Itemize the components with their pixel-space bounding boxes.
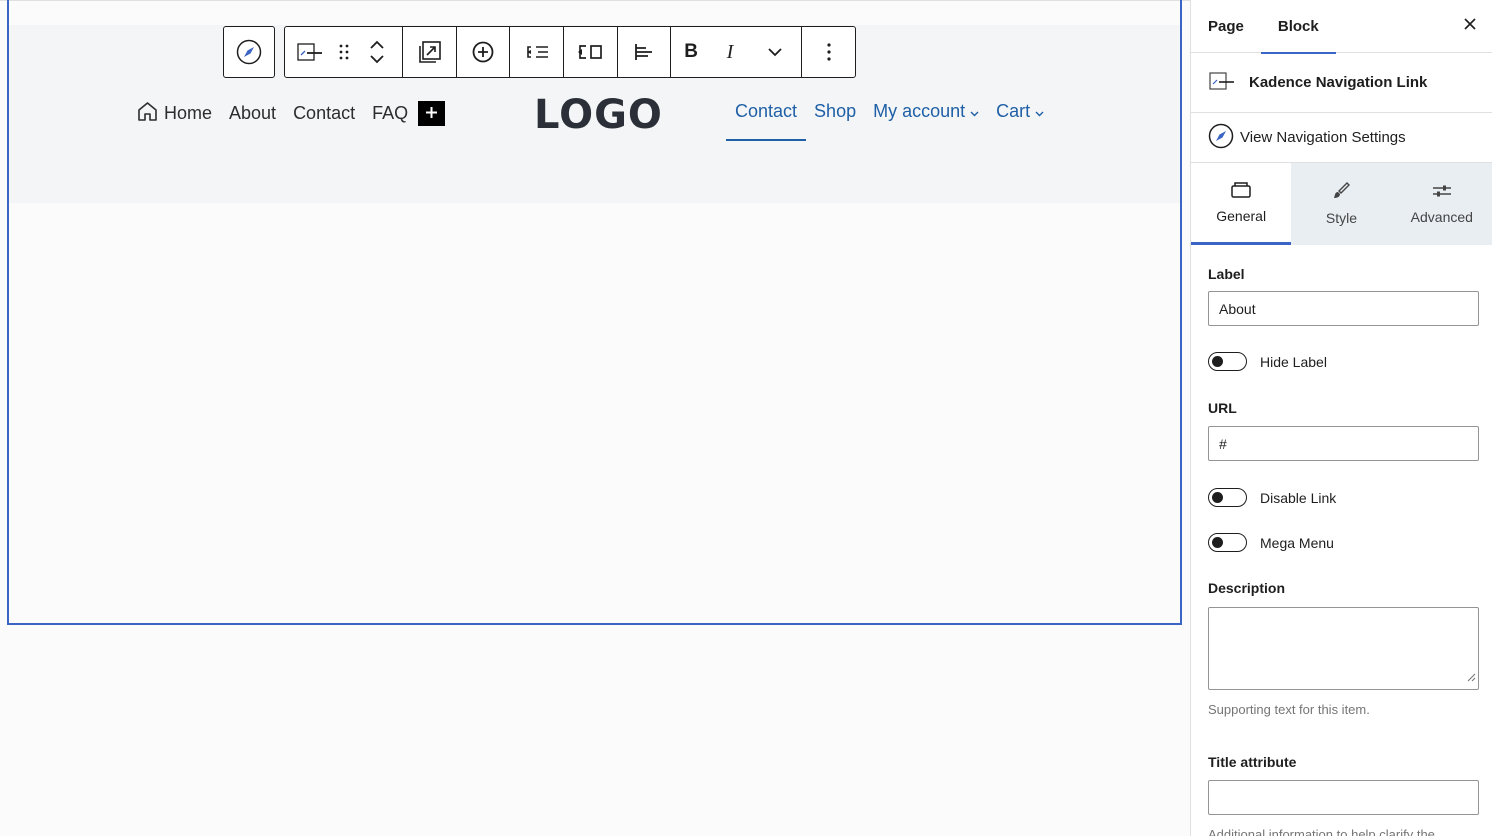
bold-button[interactable]: B: [671, 27, 711, 77]
title-attribute-help: Additional information to help clarify t…: [1208, 827, 1435, 836]
label-input[interactable]: About: [1208, 291, 1479, 326]
description-field-title: Description: [1208, 580, 1286, 596]
mega-menu-text: Mega Menu: [1260, 534, 1334, 551]
hide-label-text: Hide Label: [1260, 353, 1327, 370]
site-logo[interactable]: LOGO: [534, 92, 663, 138]
editor-canvas: B I Home About Contact FAQ LOGO Contact …: [0, 0, 1190, 836]
title-attribute-input[interactable]: [1208, 780, 1479, 815]
nav-item-label: FAQ: [372, 103, 409, 123]
nav-item-label: Home: [164, 103, 213, 123]
navigation-icon: [236, 39, 262, 65]
nav-item-label: Contact: [293, 103, 356, 123]
nav-item-home[interactable]: Home: [137, 101, 212, 126]
sidebar-tabs: Page Block: [1191, 0, 1492, 54]
align-button[interactable]: [618, 27, 671, 77]
nav-item-label: My account: [873, 101, 966, 121]
nav-item-shop[interactable]: Shop: [814, 101, 856, 122]
move-down-icon[interactable]: [370, 55, 384, 64]
disable-link-row: Disable Link: [1208, 488, 1479, 507]
navigation-icon: [1208, 123, 1240, 153]
mega-menu-toggle[interactable]: [1208, 533, 1247, 552]
options-button[interactable]: [802, 27, 855, 77]
disable-link-text: Disable Link: [1260, 489, 1337, 506]
general-panel: Label About Hide Label URL # Disable Lin…: [1191, 266, 1492, 836]
block-type-icon: [297, 42, 323, 62]
nav-item-label: Cart: [996, 101, 1031, 121]
toolbar-parent-group: [223, 26, 275, 78]
move-up-icon[interactable]: [370, 40, 384, 49]
nav-item-label: About: [229, 103, 277, 123]
description-textarea[interactable]: [1208, 607, 1479, 690]
chevron-down-icon: [970, 101, 979, 122]
close-settings-button[interactable]: [1460, 16, 1480, 36]
url-input[interactable]: #: [1208, 426, 1479, 461]
label-field-title: Label: [1208, 266, 1245, 282]
block-toolbar: B I: [284, 26, 856, 78]
block-type-icon: [1209, 71, 1249, 95]
nav-item-label: Contact: [735, 101, 798, 121]
add-submenu-button[interactable]: [457, 27, 510, 77]
tab-label: Advanced: [1410, 209, 1473, 225]
home-icon: [137, 101, 164, 126]
chevron-down-icon: [768, 47, 782, 57]
nav-item-contact[interactable]: Contact: [293, 103, 355, 124]
tab-block[interactable]: Block: [1260, 0, 1336, 54]
close-icon: [1464, 17, 1476, 35]
hide-label-toggle[interactable]: [1208, 352, 1247, 371]
tab-label: General: [1216, 207, 1267, 224]
sliders-icon: [1432, 183, 1452, 209]
link-settings-icon: [577, 43, 603, 61]
description-help: Supporting text for this item.: [1208, 702, 1370, 717]
nav-item-cart[interactable]: Cart: [996, 101, 1044, 122]
nav-item-faq[interactable]: FAQ: [372, 103, 408, 124]
link-settings-button[interactable]: [564, 27, 617, 77]
inspector-tabs: General Style Advanced: [1191, 163, 1492, 245]
title-attribute-field-title: Title attribute: [1208, 754, 1297, 770]
italic-icon: I: [726, 40, 734, 63]
settings-sidebar: Page Block Kadence Navigation Link View …: [1190, 0, 1492, 836]
primary-navigation-left: Home About Contact FAQ: [137, 101, 446, 126]
replace-icon: [418, 41, 441, 63]
resize-handle-icon[interactable]: [1466, 669, 1476, 687]
nav-item-contact-right[interactable]: Contact: [726, 101, 807, 141]
block-card-title: Kadence Navigation Link: [1249, 74, 1428, 91]
select-parent-navigation-button[interactable]: [224, 27, 274, 77]
primary-navigation-right: Contact Shop My account Cart: [726, 101, 1061, 141]
chevron-down-icon: [1035, 101, 1044, 122]
nav-item-about[interactable]: About: [229, 103, 276, 124]
nav-item-my-account[interactable]: My account: [873, 101, 979, 122]
tab-label: Style: [1325, 210, 1358, 226]
active-underline: [726, 139, 807, 141]
hide-label-row: Hide Label: [1208, 352, 1479, 371]
view-navigation-settings-label: View Navigation Settings: [1240, 129, 1406, 146]
nav-item-label: Shop: [814, 101, 857, 121]
mega-menu-row: Mega Menu: [1208, 533, 1479, 552]
general-icon: [1231, 181, 1251, 208]
block-card: Kadence Navigation Link: [1191, 53, 1492, 113]
add-block-button[interactable]: [418, 101, 446, 126]
drag-handle[interactable]: [335, 27, 353, 77]
align-icon: [634, 43, 654, 61]
more-rich-text-button[interactable]: [749, 27, 802, 77]
drag-handle-icon: [339, 44, 349, 60]
disable-link-toggle[interactable]: [1208, 488, 1247, 507]
view-navigation-settings-button[interactable]: View Navigation Settings: [1191, 113, 1492, 163]
brush-icon: [1332, 182, 1351, 210]
plus-icon: [425, 103, 438, 124]
convert-to-submenu-icon: [525, 44, 549, 60]
bold-icon: B: [684, 41, 699, 62]
tab-general[interactable]: General: [1191, 163, 1292, 245]
move-buttons: [353, 27, 403, 77]
replace-button[interactable]: [403, 27, 456, 77]
block-type-button[interactable]: [285, 27, 335, 77]
add-submenu-icon: [472, 41, 494, 63]
more-vertical-icon: [827, 43, 831, 61]
convert-to-submenu-button[interactable]: [510, 27, 563, 77]
tab-page[interactable]: Page: [1191, 0, 1261, 53]
url-field-title: URL: [1208, 400, 1237, 416]
tab-advanced[interactable]: Advanced: [1392, 163, 1492, 245]
tab-style[interactable]: Style: [1291, 163, 1391, 245]
italic-button[interactable]: I: [711, 27, 749, 77]
